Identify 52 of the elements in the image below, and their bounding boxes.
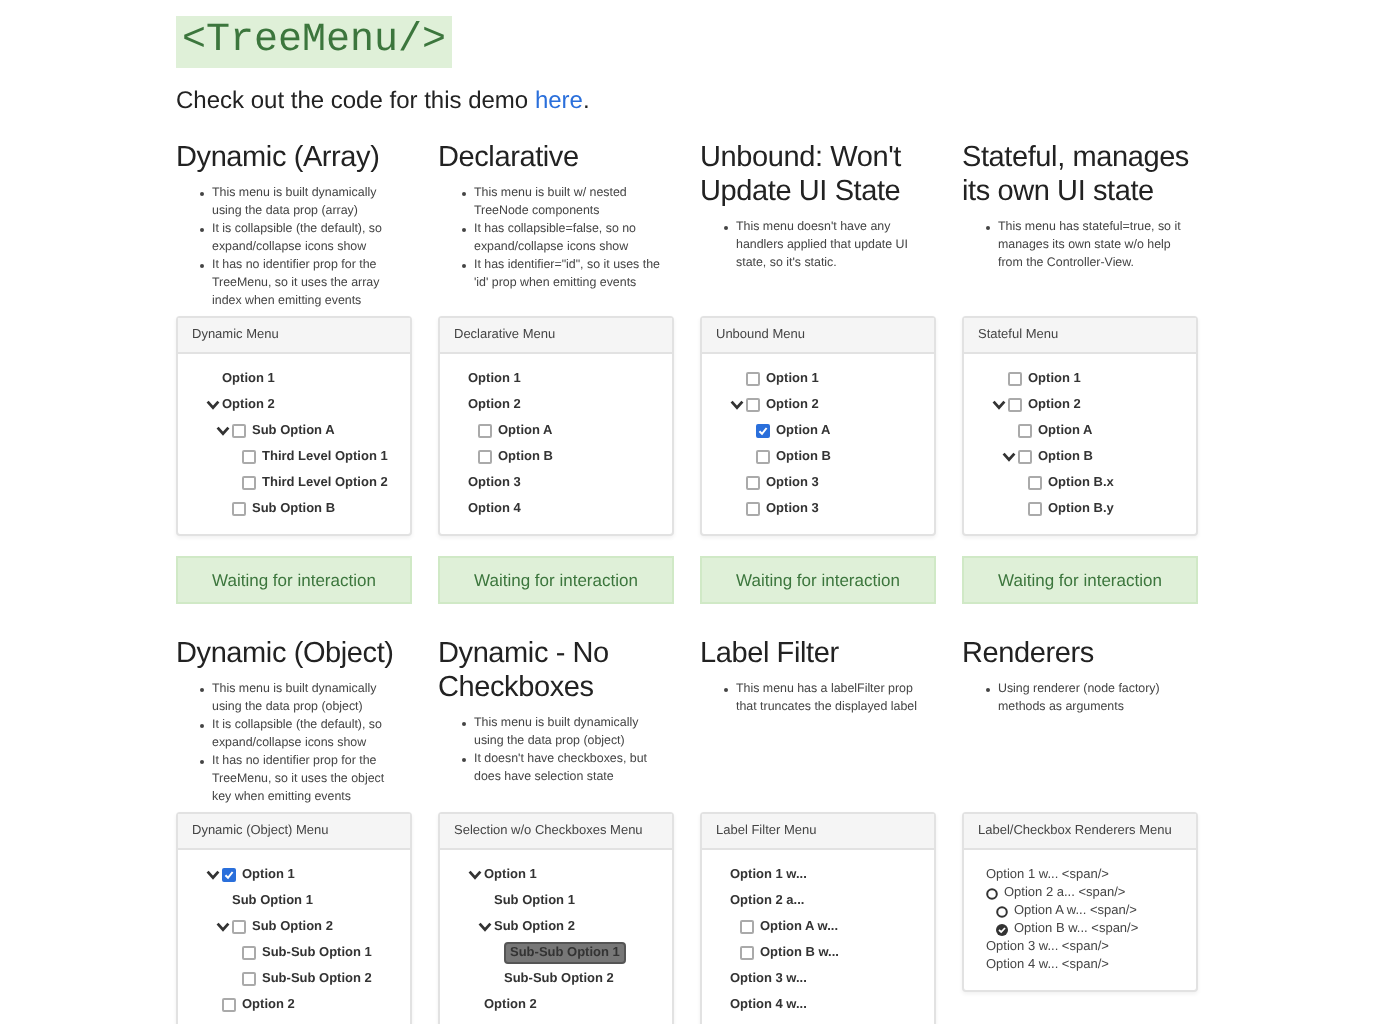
circle-icon[interactable]: [996, 905, 1008, 917]
chevron-down-icon[interactable]: [730, 400, 744, 410]
checkbox[interactable]: [478, 424, 492, 438]
checkbox[interactable]: [232, 424, 246, 438]
checkbox[interactable]: [746, 372, 760, 386]
checkbox[interactable]: [1018, 450, 1032, 464]
logo: <TreeMenu/>: [176, 16, 453, 68]
intro-text: Check out the code for this demo here.: [176, 84, 592, 118]
section-heading: Dynamic (Array): [176, 142, 382, 176]
status-message: Waiting for interaction: [700, 556, 936, 604]
section-heading: Renderers: [962, 638, 1096, 672]
status-message: Waiting for interaction: [176, 556, 412, 604]
checkbox[interactable]: [756, 450, 770, 464]
section-heading: Declarative: [438, 142, 581, 176]
status-message: Waiting for interaction: [438, 556, 674, 604]
checkbox[interactable]: [746, 398, 760, 412]
status-message: Waiting for interaction: [962, 556, 1198, 604]
checkbox[interactable]: [1028, 476, 1042, 490]
checkbox[interactable]: [222, 998, 236, 1012]
chevron-down-icon[interactable]: [216, 922, 230, 932]
checkbox[interactable]: [746, 502, 760, 516]
checkbox[interactable]: [740, 920, 754, 934]
chevron-down-icon[interactable]: [992, 400, 1006, 410]
code-link[interactable]: here: [534, 86, 583, 114]
chevron-down-icon[interactable]: [216, 426, 230, 436]
section-heading: Dynamic - No Checkboxes: [438, 638, 611, 706]
checkbox[interactable]: [478, 450, 492, 464]
chevron-down-icon[interactable]: [478, 922, 492, 932]
checkbox[interactable]: [1008, 398, 1022, 412]
section-heading: Unbound: Won't Update UI State: [700, 142, 903, 210]
checkbox[interactable]: [1028, 502, 1042, 516]
checkbox[interactable]: [1008, 372, 1022, 386]
section-heading: Label Filter: [700, 638, 841, 672]
circle-icon[interactable]: [986, 887, 998, 899]
chevron-down-icon[interactable]: [468, 870, 482, 880]
checkbox[interactable]: [1018, 424, 1032, 438]
chevron-down-icon[interactable]: [1002, 452, 1016, 462]
checkbox[interactable]: [242, 450, 256, 464]
check-circle-icon[interactable]: [996, 923, 1008, 935]
checkbox[interactable]: [756, 424, 770, 438]
checkbox[interactable]: [222, 868, 236, 882]
checkbox[interactable]: [232, 920, 246, 934]
checkbox[interactable]: [740, 946, 754, 960]
chevron-down-icon[interactable]: [206, 400, 220, 410]
checkbox[interactable]: [242, 476, 256, 490]
section-heading: Dynamic (Object): [176, 638, 396, 672]
checkbox[interactable]: [746, 476, 760, 490]
checkbox[interactable]: [242, 972, 256, 986]
checkbox[interactable]: [232, 502, 246, 516]
section-heading: Stateful, manages its own UI state: [962, 142, 1191, 210]
chevron-down-icon[interactable]: [206, 870, 220, 880]
checkbox[interactable]: [242, 946, 256, 960]
